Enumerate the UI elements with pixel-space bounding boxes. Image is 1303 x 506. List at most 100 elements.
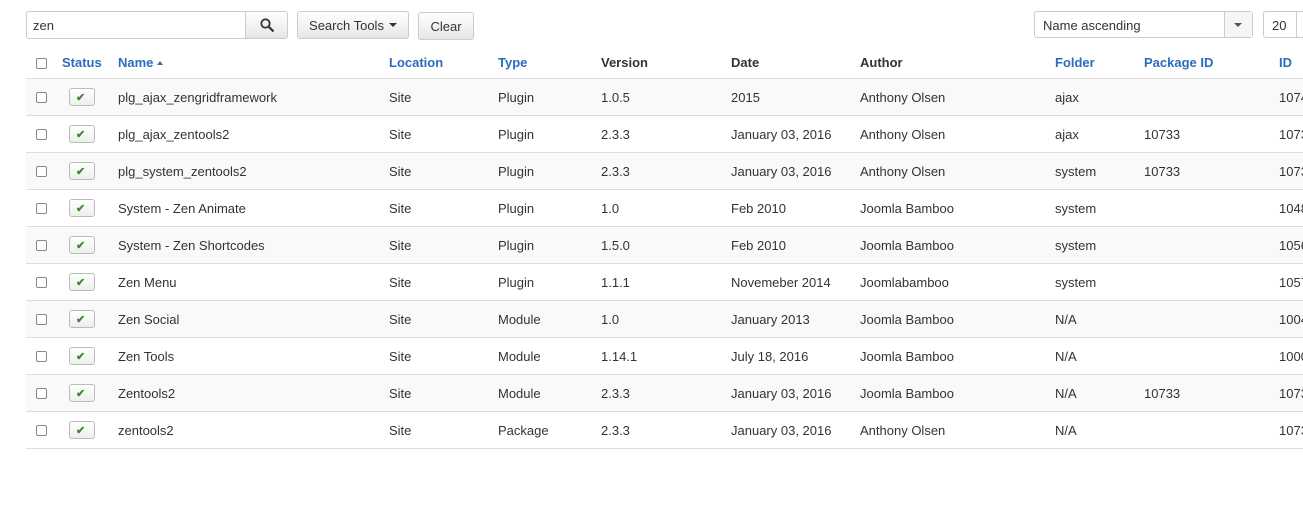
header-author: Author bbox=[860, 47, 1055, 79]
location-cell: Site bbox=[389, 411, 498, 449]
row-select-cell bbox=[26, 337, 62, 375]
type-cell: Plugin bbox=[498, 263, 601, 301]
select-all-checkbox[interactable] bbox=[36, 57, 47, 69]
sort-package-id-link[interactable]: Package ID bbox=[1144, 55, 1213, 70]
row-checkbox[interactable] bbox=[36, 314, 47, 325]
status-toggle-button[interactable]: ✔ bbox=[69, 125, 95, 143]
name-cell: zentools2 bbox=[118, 411, 389, 449]
sort-folder-link[interactable]: Folder bbox=[1055, 55, 1095, 70]
table-row: ✔ plg_ajax_zengridframework Site Plugin … bbox=[26, 78, 1303, 116]
folder-cell: N/A bbox=[1055, 300, 1144, 338]
type-cell: Plugin bbox=[498, 115, 601, 153]
status-toggle-button[interactable]: ✔ bbox=[69, 199, 95, 217]
package-id-cell: 10733 bbox=[1144, 115, 1279, 153]
check-icon: ✔ bbox=[76, 129, 86, 141]
ordering-select[interactable]: Name ascending bbox=[1034, 11, 1253, 38]
folder-cell: system bbox=[1055, 189, 1144, 227]
id-cell: 10733 bbox=[1279, 411, 1303, 449]
row-checkbox[interactable] bbox=[36, 388, 47, 399]
table-header-row: Status Name Location Type Version Date A… bbox=[26, 47, 1303, 79]
name-cell: Zen Menu bbox=[118, 263, 389, 301]
author-cell: Anthony Olsen bbox=[860, 152, 1055, 190]
status-cell: ✔ bbox=[62, 337, 118, 375]
sort-id-link[interactable]: ID bbox=[1279, 55, 1292, 70]
row-checkbox[interactable] bbox=[36, 277, 47, 288]
status-toggle-button[interactable]: ✔ bbox=[69, 162, 95, 180]
version-cell: 1.14.1 bbox=[601, 337, 731, 375]
check-icon: ✔ bbox=[76, 277, 86, 289]
id-cell: 10489 bbox=[1279, 189, 1303, 227]
id-cell: 10730 bbox=[1279, 374, 1303, 412]
date-cell: January 03, 2016 bbox=[731, 374, 860, 412]
type-cell: Module bbox=[498, 374, 601, 412]
table-row: ✔ plg_system_zentools2 Site Plugin 2.3.3… bbox=[26, 152, 1303, 190]
date-cell: January 03, 2016 bbox=[731, 411, 860, 449]
sort-type-link[interactable]: Type bbox=[498, 55, 527, 70]
status-toggle-button[interactable]: ✔ bbox=[69, 88, 95, 106]
version-cell: 1.5.0 bbox=[601, 226, 731, 264]
author-cell: Anthony Olsen bbox=[860, 115, 1055, 153]
type-cell: Plugin bbox=[498, 226, 601, 264]
package-id-cell bbox=[1144, 411, 1279, 449]
table-row: ✔ plg_ajax_zentools2 Site Plugin 2.3.3 J… bbox=[26, 115, 1303, 153]
row-select-cell bbox=[26, 411, 62, 449]
sort-location-link[interactable]: Location bbox=[389, 55, 443, 70]
name-cell: Zen Tools bbox=[118, 337, 389, 375]
type-cell: Module bbox=[498, 337, 601, 375]
status-toggle-button[interactable]: ✔ bbox=[69, 273, 95, 291]
package-id-cell bbox=[1144, 78, 1279, 116]
id-cell: 10009 bbox=[1279, 337, 1303, 375]
version-cell: 2.3.3 bbox=[601, 411, 731, 449]
check-icon: ✔ bbox=[76, 203, 86, 215]
table-row: ✔ System - Zen Shortcodes Site Plugin 1.… bbox=[26, 226, 1303, 264]
row-checkbox[interactable] bbox=[36, 240, 47, 251]
status-toggle-button[interactable]: ✔ bbox=[69, 236, 95, 254]
status-toggle-button[interactable]: ✔ bbox=[69, 347, 95, 365]
type-cell: Plugin bbox=[498, 152, 601, 190]
type-cell: Plugin bbox=[498, 189, 601, 227]
type-cell: Package bbox=[498, 411, 601, 449]
search-icon bbox=[259, 18, 274, 32]
status-toggle-button[interactable]: ✔ bbox=[69, 310, 95, 328]
status-cell: ✔ bbox=[62, 78, 118, 116]
author-cell: Joomla Bamboo bbox=[860, 300, 1055, 338]
row-checkbox[interactable] bbox=[36, 425, 47, 436]
package-id-cell bbox=[1144, 263, 1279, 301]
ordering-value: Name ascending bbox=[1043, 18, 1141, 33]
folder-cell: N/A bbox=[1055, 337, 1144, 375]
location-cell: Site bbox=[389, 263, 498, 301]
row-checkbox[interactable] bbox=[36, 203, 47, 214]
search-button[interactable] bbox=[245, 11, 288, 39]
version-cell: 2.3.3 bbox=[601, 152, 731, 190]
folder-cell: N/A bbox=[1055, 374, 1144, 412]
table-row: ✔ Zen Tools Site Module 1.14.1 July 18, … bbox=[26, 337, 1303, 375]
version-cell: 2.3.3 bbox=[601, 374, 731, 412]
sort-name-link[interactable]: Name bbox=[118, 55, 164, 70]
caret-down-icon bbox=[1234, 23, 1242, 27]
name-cell: Zen Social bbox=[118, 300, 389, 338]
search-input[interactable] bbox=[26, 11, 246, 39]
row-checkbox[interactable] bbox=[36, 166, 47, 177]
header-status: Status bbox=[62, 47, 118, 79]
row-checkbox[interactable] bbox=[36, 129, 47, 140]
folder-cell: system bbox=[1055, 226, 1144, 264]
row-checkbox[interactable] bbox=[36, 351, 47, 362]
list-limit-select[interactable]: 20 bbox=[1263, 11, 1303, 38]
select-all-cell bbox=[26, 47, 62, 79]
location-cell: Site bbox=[389, 374, 498, 412]
search-tools-button[interactable]: Search Tools bbox=[297, 11, 409, 39]
status-toggle-button[interactable]: ✔ bbox=[69, 421, 95, 439]
sort-name-label: Name bbox=[118, 55, 154, 70]
table-row: ✔ Zen Social Site Module 1.0 January 201… bbox=[26, 300, 1303, 338]
row-select-cell bbox=[26, 115, 62, 153]
sort-status-link[interactable]: Status bbox=[62, 55, 102, 70]
location-cell: Site bbox=[389, 189, 498, 227]
author-cell: Joomla Bamboo bbox=[860, 226, 1055, 264]
clear-button[interactable]: Clear bbox=[418, 12, 474, 40]
row-checkbox[interactable] bbox=[36, 92, 47, 103]
status-cell: ✔ bbox=[62, 300, 118, 338]
status-toggle-button[interactable]: ✔ bbox=[69, 384, 95, 402]
table-row: ✔ Zentools2 Site Module 2.3.3 January 03… bbox=[26, 374, 1303, 412]
author-cell: Anthony Olsen bbox=[860, 411, 1055, 449]
date-cell: Feb 2010 bbox=[731, 189, 860, 227]
